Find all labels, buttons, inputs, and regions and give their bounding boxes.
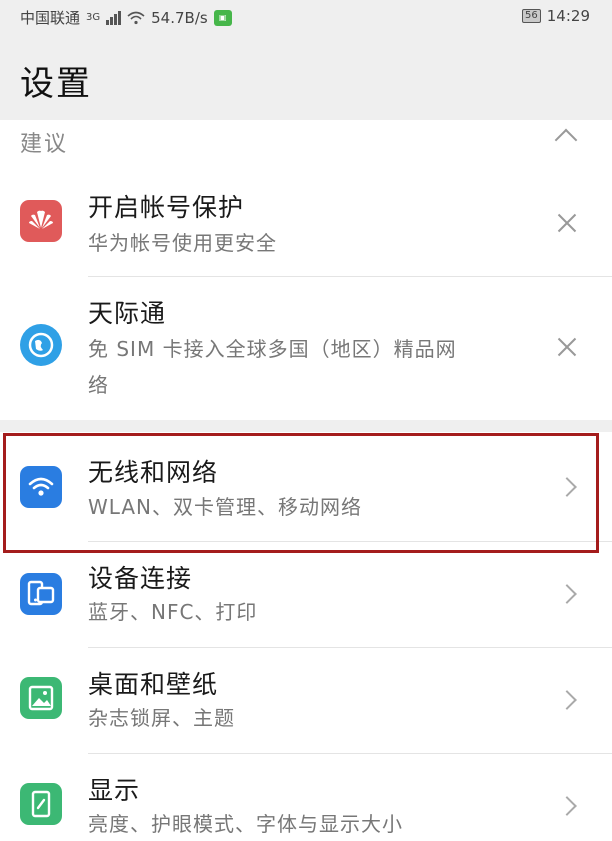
- network-type: 3G: [86, 12, 101, 23]
- section-gap: [0, 420, 612, 432]
- device-connection-icon: [20, 573, 62, 615]
- item-subtitle: 亮度、护眼模式、字体与显示大小: [88, 812, 403, 836]
- close-icon[interactable]: [556, 336, 578, 358]
- item-subtitle: 蓝牙、NFC、打印: [88, 600, 258, 624]
- battery-level: 56: [525, 10, 538, 21]
- chevron-right-icon: [557, 584, 577, 604]
- signal-icon: [106, 10, 122, 25]
- wifi-status-icon: [127, 11, 145, 24]
- item-subtitle: 华为帐号使用更安全: [88, 231, 277, 255]
- item-title: 设备连接: [88, 564, 193, 593]
- item-title: 天际通: [88, 299, 167, 328]
- chevron-up-icon[interactable]: [554, 128, 578, 152]
- item-subtitle-line1: 免 SIM 卡接入全球多国（地区）精品网: [88, 337, 457, 361]
- network-speed: 54.7B/s: [151, 8, 208, 27]
- divider: [88, 647, 612, 648]
- divider: [88, 753, 612, 754]
- suggestions-header[interactable]: 建议: [0, 120, 612, 160]
- battery-icon: 56: [522, 9, 541, 23]
- notification-icon: ▣: [213, 9, 232, 26]
- clock: 14:29: [546, 7, 590, 25]
- item-title: 开启帐号保护: [88, 193, 245, 222]
- chevron-right-icon: [557, 796, 577, 816]
- item-title: 桌面和壁纸: [88, 670, 219, 699]
- settings-item-wallpaper[interactable]: 桌面和壁纸 杂志锁屏、主题: [0, 649, 612, 755]
- chevron-right-icon: [557, 690, 577, 710]
- status-bar: 中国联通 3G 54.7B/s ▣ 56 14:29: [0, 0, 612, 34]
- settings-item-display[interactable]: 显示 亮度、护眼模式、字体与显示大小: [0, 755, 612, 836]
- display-icon: [20, 783, 62, 825]
- page-title: 设置: [20, 64, 92, 104]
- wallpaper-icon: [20, 677, 62, 719]
- close-icon[interactable]: [556, 212, 578, 234]
- item-subtitle-line2: 络: [88, 373, 109, 397]
- divider: [88, 276, 612, 277]
- header: 设置: [0, 34, 612, 120]
- carrier-name: 中国联通: [20, 9, 81, 27]
- huawei-logo-icon: [20, 200, 62, 242]
- item-subtitle: 杂志锁屏、主题: [88, 706, 235, 730]
- globe-icon: [20, 324, 62, 366]
- section-label: 建议: [20, 132, 69, 157]
- settings-item-device-connection[interactable]: 设备连接 蓝牙、NFC、打印: [0, 543, 612, 649]
- highlight-frame: [3, 433, 599, 553]
- suggestion-account-protection[interactable]: 开启帐号保护 华为帐号使用更安全: [0, 170, 612, 278]
- item-title: 显示: [88, 776, 141, 805]
- suggestion-skytone[interactable]: 天际通 免 SIM 卡接入全球多国（地区）精品网 络: [0, 278, 612, 420]
